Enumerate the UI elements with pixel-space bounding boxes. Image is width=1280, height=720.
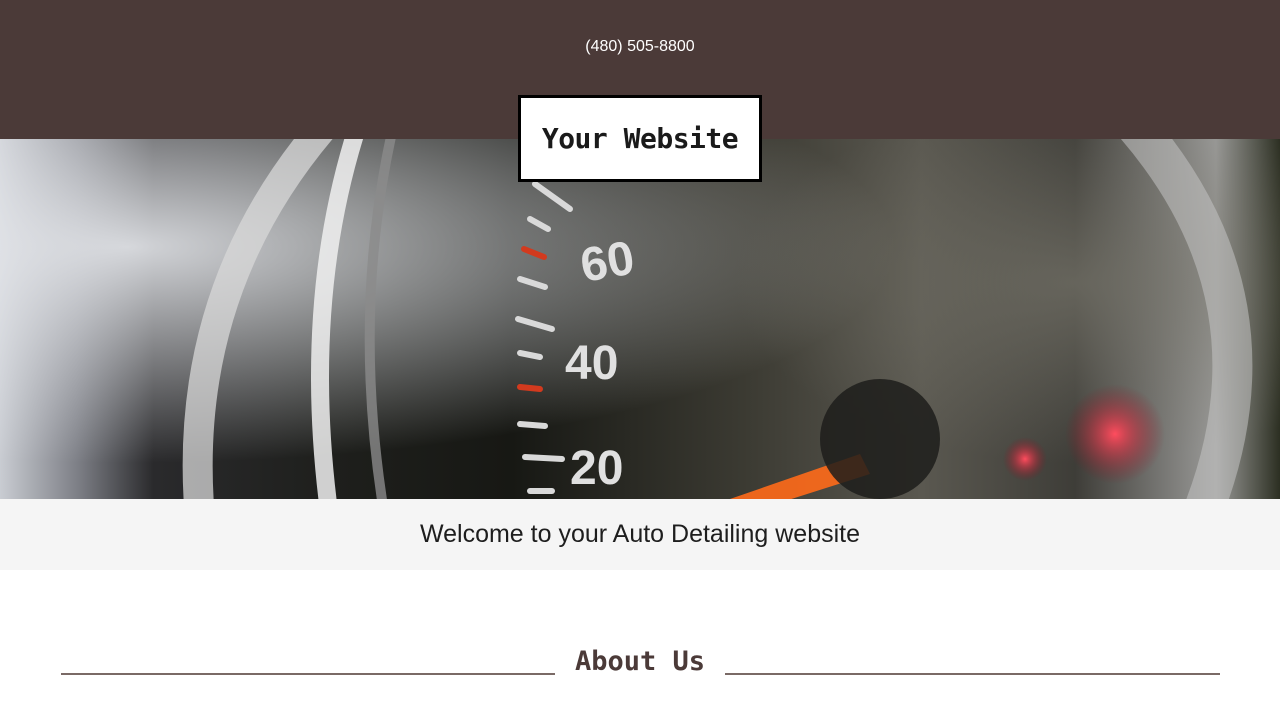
about-us-title: About Us <box>574 646 706 677</box>
gauge-label-20: 20 <box>570 442 623 495</box>
divider-left <box>61 673 555 675</box>
gauge-label-40: 40 <box>565 337 618 390</box>
gauge-label-60: 60 <box>576 232 638 293</box>
logo-text: Your Website <box>541 122 739 155</box>
phone-number[interactable]: (480) 505-8800 <box>0 38 1280 56</box>
divider-right <box>725 673 1220 675</box>
welcome-banner: Welcome to your Auto Detailing website <box>0 499 1280 570</box>
hero-image: 60 40 20 <box>0 139 1280 499</box>
speedometer-illustration: 60 40 20 <box>0 139 1280 499</box>
site-logo[interactable]: Your Website <box>518 95 762 182</box>
about-section-heading: About Us <box>0 640 1280 690</box>
welcome-text: Welcome to your Auto Detailing website <box>419 520 861 548</box>
